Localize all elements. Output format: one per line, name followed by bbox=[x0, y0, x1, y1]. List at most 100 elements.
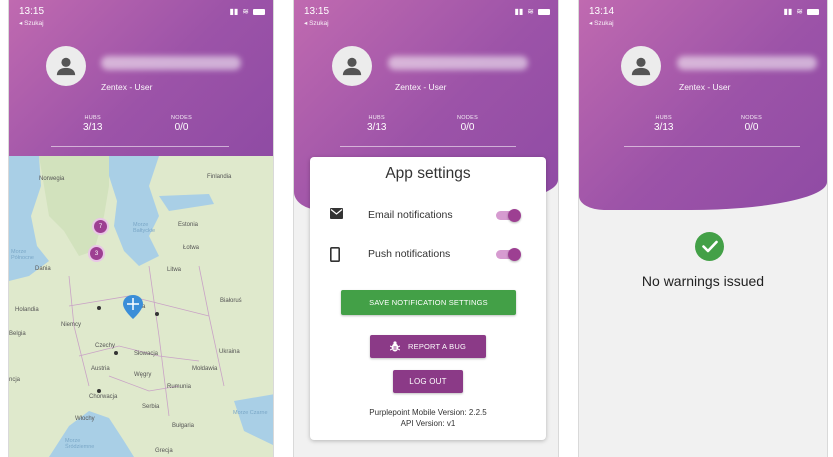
nodes-label: NODES bbox=[171, 115, 193, 121]
push-notifications-row: Push notifications bbox=[310, 244, 546, 266]
bug-icon bbox=[390, 341, 400, 352]
hubs-value: 3/13 bbox=[367, 122, 387, 133]
city-dot bbox=[155, 312, 159, 316]
back-to-search-link[interactable]: ◂ Szukaj bbox=[304, 19, 329, 27]
report-bug-button[interactable]: REPORT A BUG bbox=[370, 335, 486, 358]
profile-header: 13:14 ◂ Szukaj ▮▮ ≋ Zentex - User HUBS 3… bbox=[579, 0, 827, 210]
battery-icon bbox=[253, 8, 265, 15]
api-version: API Version: v1 bbox=[400, 419, 456, 428]
checkmark-icon bbox=[701, 240, 718, 253]
hubs-label: HUBS bbox=[655, 115, 672, 121]
log-out-button[interactable]: LOG OUT bbox=[393, 370, 463, 393]
user-name-blurred bbox=[101, 56, 241, 70]
map-label: Holandia bbox=[15, 307, 39, 313]
settings-title: App settings bbox=[385, 165, 471, 182]
nodes-stat: NODES 0/0 bbox=[171, 115, 192, 133]
person-icon bbox=[342, 57, 362, 76]
map-label: Morze Czarne bbox=[233, 410, 268, 416]
map-label: Łotwa bbox=[183, 245, 200, 251]
signal-icon: ▮▮ bbox=[783, 7, 793, 16]
report-bug-label: REPORT A BUG bbox=[408, 342, 466, 351]
save-notification-settings-button[interactable]: SAVE NOTIFICATION SETTINGS bbox=[341, 290, 516, 315]
battery-icon bbox=[538, 8, 550, 15]
map-label: Słowacja bbox=[134, 351, 159, 357]
phone-screen-map: 13:15 ◂ Szukaj ▮▮ ≋ Zentex - User HUBS 3… bbox=[8, 0, 274, 457]
map-label: Morze Północne bbox=[11, 249, 34, 261]
nodes-value: 0/0 bbox=[744, 122, 759, 133]
map-label: Mołdawia bbox=[192, 366, 218, 372]
city-dot bbox=[97, 389, 101, 393]
location-pin-icon[interactable] bbox=[123, 295, 143, 319]
status-icons: ▮▮ ≋ bbox=[514, 7, 550, 16]
wifi-icon: ≋ bbox=[527, 7, 534, 16]
map-label: Bułgaria bbox=[172, 423, 195, 429]
nodes-stat: NODES 0/0 bbox=[741, 115, 762, 133]
app-settings-card: App settings Email notifications Push no… bbox=[310, 157, 546, 440]
phone-icon bbox=[330, 247, 340, 262]
map-label: Litwa bbox=[167, 267, 182, 273]
toggle-knob bbox=[508, 209, 521, 222]
hubs-value: 3/13 bbox=[83, 122, 103, 133]
user-name-blurred bbox=[388, 56, 528, 70]
map-label: Belgia bbox=[9, 331, 26, 337]
nodes-value: 0/0 bbox=[174, 122, 189, 133]
wifi-icon: ≋ bbox=[242, 7, 249, 16]
email-notifications-label: Email notifications bbox=[368, 209, 453, 221]
wifi-icon: ≋ bbox=[796, 7, 803, 16]
back-to-search-link[interactable]: ◂ Szukaj bbox=[19, 19, 44, 27]
email-notifications-toggle[interactable] bbox=[496, 209, 521, 222]
hub-cluster-marker[interactable]: 7 bbox=[92, 218, 109, 235]
nodes-label: NODES bbox=[457, 115, 479, 121]
map-label: Serbia bbox=[142, 404, 160, 410]
map-label: Czechy bbox=[95, 343, 116, 349]
map-label: Norwegia bbox=[39, 176, 65, 182]
header-divider bbox=[624, 146, 800, 147]
hub-map[interactable]: Norwegia Finlandia Morze Bałtyckie Eston… bbox=[9, 156, 273, 457]
check-circle-icon bbox=[695, 232, 724, 261]
hubs-stat: HUBS 3/13 bbox=[367, 115, 386, 133]
phone-screen-settings: 13:15 ◂ Szukaj ▮▮ ≋ Zentex - User HUBS 3… bbox=[293, 0, 559, 457]
phone-screen-warnings: 13:14 ◂ Szukaj ▮▮ ≋ Zentex - User HUBS 3… bbox=[578, 0, 828, 457]
map-label: Morze Bałtyckie bbox=[133, 222, 156, 234]
email-notifications-row: Email notifications bbox=[310, 205, 546, 227]
signal-icon: ▮▮ bbox=[229, 7, 239, 16]
map-label: Niemcy bbox=[61, 322, 82, 328]
no-warnings-message: No warnings issued bbox=[641, 273, 765, 289]
city-dot bbox=[97, 306, 101, 310]
hubs-label: HUBS bbox=[84, 115, 101, 121]
map-label: Białoruś bbox=[220, 298, 242, 304]
map-label: Chorwacja bbox=[89, 394, 118, 400]
status-time: 13:15 bbox=[19, 6, 45, 17]
toggle-knob bbox=[508, 248, 521, 261]
battery-icon bbox=[807, 8, 819, 15]
map-label: Austria bbox=[91, 366, 110, 372]
hubs-value: 3/13 bbox=[654, 122, 674, 133]
hubs-label: HUBS bbox=[368, 115, 385, 121]
status-time: 13:15 bbox=[304, 6, 330, 17]
map-label: Finlandia bbox=[207, 174, 232, 180]
header-divider bbox=[340, 146, 516, 147]
status-icons: ▮▮ ≋ bbox=[783, 7, 819, 16]
person-icon bbox=[56, 57, 76, 76]
back-to-search-link[interactable]: ◂ Szukaj bbox=[589, 19, 614, 27]
nodes-label: NODES bbox=[741, 115, 763, 121]
person-icon bbox=[631, 57, 651, 76]
avatar[interactable] bbox=[621, 46, 661, 86]
avatar[interactable] bbox=[46, 46, 86, 86]
avatar[interactable] bbox=[332, 46, 372, 86]
nodes-stat: NODES 0/0 bbox=[457, 115, 478, 133]
map-label: Włochy bbox=[75, 416, 95, 422]
map-label: Ukraina bbox=[219, 349, 240, 355]
hub-cluster-marker[interactable]: 3 bbox=[88, 245, 105, 262]
user-role: Zentex - User bbox=[101, 82, 153, 92]
city-dot bbox=[114, 351, 118, 355]
user-name-blurred bbox=[677, 56, 817, 70]
status-time: 13:14 bbox=[589, 6, 615, 17]
app-version: Purplepoint Mobile Version: 2.2.5 bbox=[369, 408, 487, 417]
map-label: Grecja bbox=[155, 448, 173, 454]
mail-icon bbox=[330, 208, 343, 219]
push-notifications-toggle[interactable] bbox=[496, 248, 521, 261]
map-label: Rumunia bbox=[167, 384, 192, 390]
map-label: ncja bbox=[9, 377, 21, 383]
map-label: Węgry bbox=[134, 372, 152, 378]
